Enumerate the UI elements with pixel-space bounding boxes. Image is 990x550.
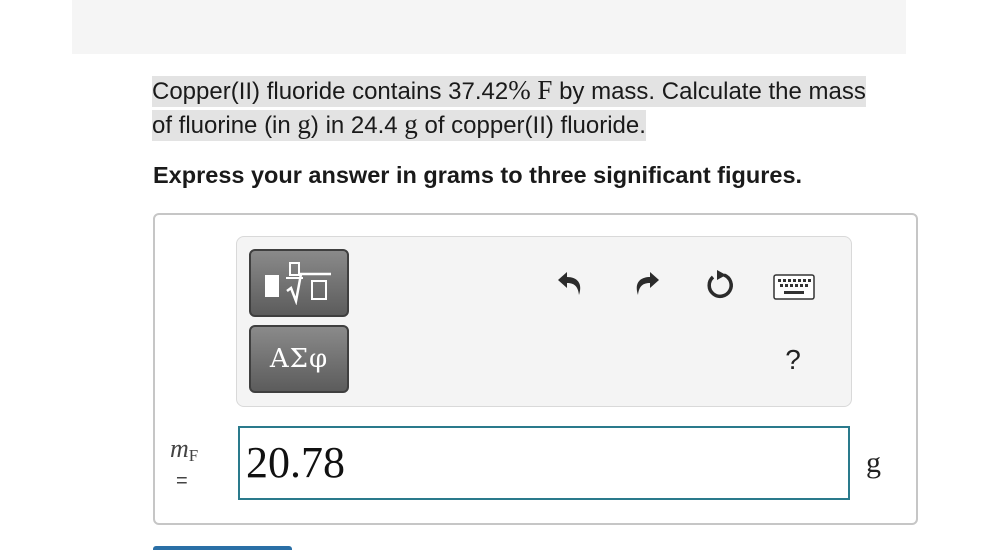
keyboard-button[interactable] — [772, 273, 816, 301]
redo-icon — [636, 272, 659, 295]
element-symbol: F — [537, 75, 553, 105]
answer-variable-label: mF — [170, 434, 220, 466]
templates-button[interactable] — [249, 249, 349, 317]
variable-symbol: m — [170, 434, 189, 463]
fraction-root-template-icon — [265, 262, 331, 305]
unit-symbol: g — [404, 109, 418, 139]
submit-button[interactable] — [153, 546, 292, 550]
undo-button[interactable] — [553, 266, 587, 300]
header-band — [72, 0, 906, 54]
redo-button[interactable] — [630, 266, 664, 300]
answer-unit: g — [866, 446, 881, 479]
percent-symbol: % — [508, 75, 531, 105]
variable-subscript: F — [188, 446, 199, 465]
question-part: of copper(II) fluoride. — [417, 112, 646, 139]
question-text: Copper(II) fluoride contains 37.42% F by… — [152, 74, 872, 142]
instruction-text: Express your answer in grams to three si… — [153, 162, 803, 188]
answer-input[interactable]: 20.78 — [238, 426, 850, 500]
question-part: ) in 24.4 — [310, 112, 405, 139]
keyboard-icon — [773, 274, 815, 300]
help-button[interactable]: ? — [776, 340, 810, 380]
reset-button[interactable] — [703, 266, 737, 304]
reset-icon — [707, 270, 733, 299]
equals-sign: = — [176, 470, 188, 492]
symbols-button[interactable]: ΑΣφ — [249, 325, 349, 393]
question-part: Copper(II) fluoride contains 37.42 — [152, 78, 509, 105]
unit-symbol: g — [297, 109, 311, 139]
undo-icon — [558, 272, 581, 295]
